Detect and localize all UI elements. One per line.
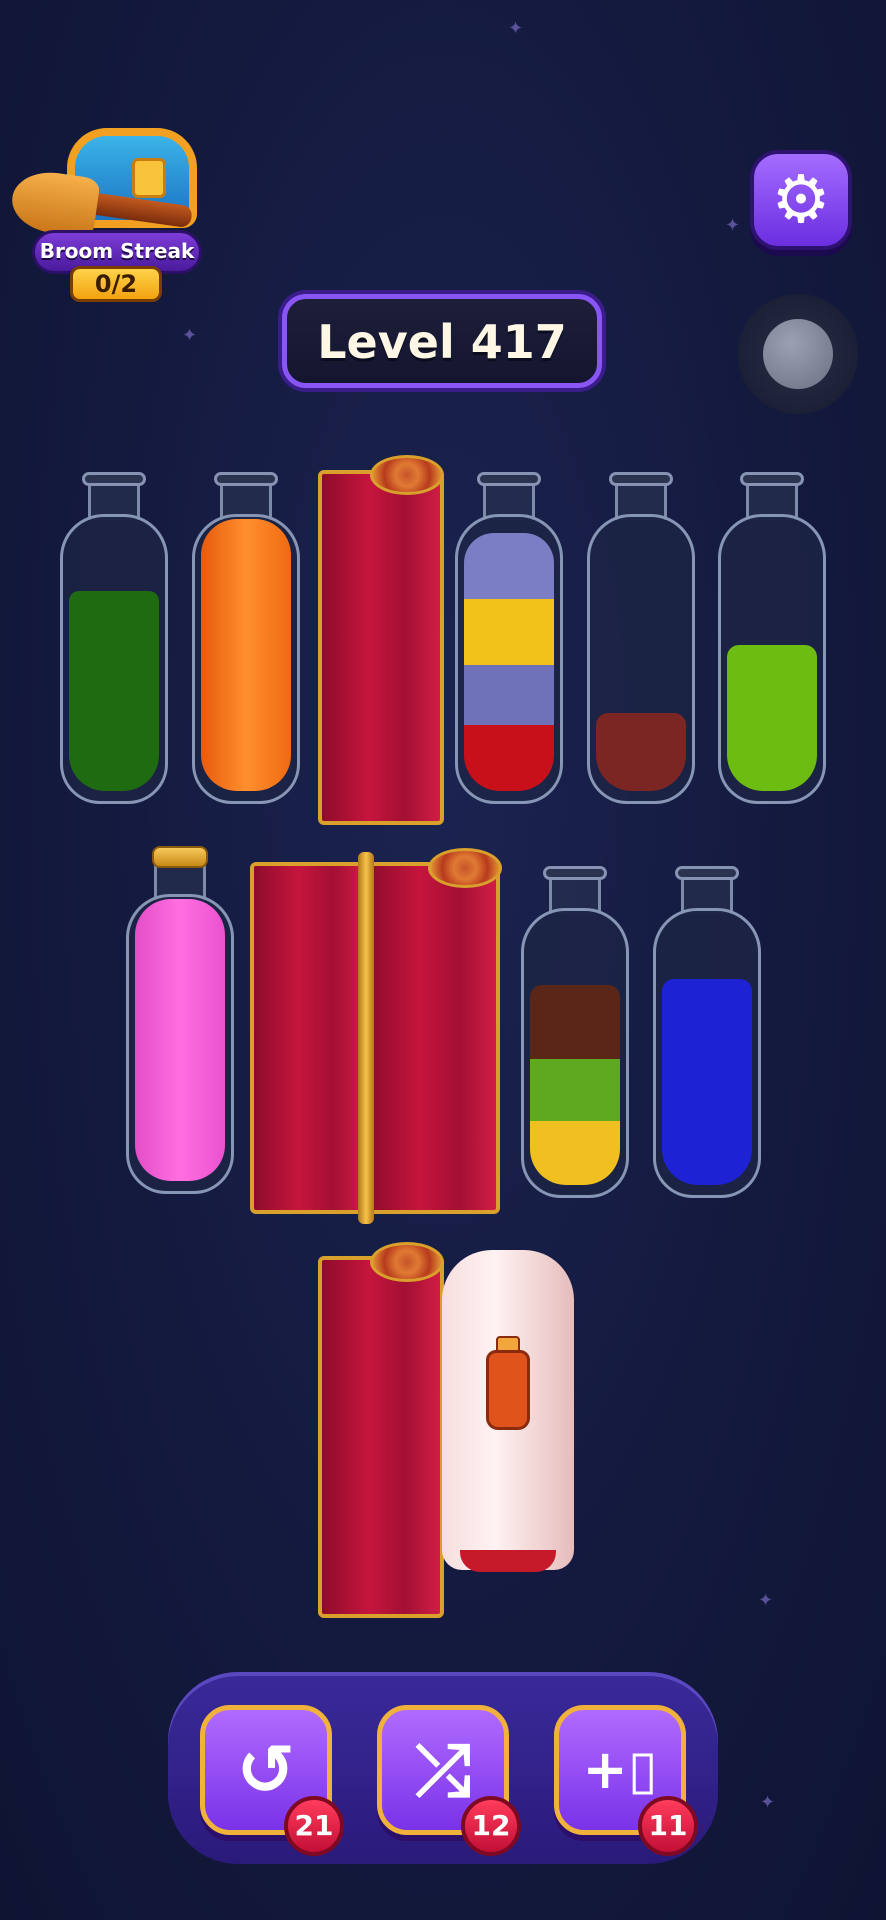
bottle-rim bbox=[609, 472, 673, 486]
liquid-layer-maroon bbox=[596, 713, 686, 791]
gear-icon: ⚙ bbox=[771, 161, 831, 238]
bottle-rim bbox=[477, 472, 541, 486]
mystery-bottle[interactable] bbox=[442, 1250, 574, 1572]
add-bottle-count-badge: 11 bbox=[638, 1796, 698, 1856]
bottle-base bbox=[460, 1550, 556, 1572]
star-icon: ✦ bbox=[760, 1792, 776, 1813]
bottle-rim bbox=[543, 866, 607, 880]
bottle[interactable] bbox=[455, 472, 563, 808]
star-icon: ✦ bbox=[725, 215, 741, 236]
undo-count-badge: 21 bbox=[284, 1796, 344, 1856]
liquid-layer-brown bbox=[530, 985, 620, 1059]
bottle[interactable] bbox=[718, 472, 826, 808]
broom-head-icon bbox=[8, 167, 101, 239]
lock-icon bbox=[132, 158, 166, 198]
level-pill: Level 417 bbox=[282, 294, 602, 388]
bottle-rim bbox=[740, 472, 804, 486]
liquid-layer-orange bbox=[201, 519, 291, 791]
bottle-glass bbox=[192, 514, 300, 804]
broom-streak-widget[interactable]: Broom Streak 0/2 bbox=[8, 118, 212, 303]
curtain-cover-right bbox=[366, 862, 500, 1214]
liquid-layer-periwinkle bbox=[464, 533, 554, 599]
bottle[interactable] bbox=[653, 866, 761, 1202]
liquid-layer-blue bbox=[662, 979, 752, 1185]
round-button[interactable] bbox=[738, 294, 858, 414]
bottle-glass bbox=[653, 908, 761, 1198]
liquid-layer-pink bbox=[135, 899, 225, 1181]
settings-button[interactable]: ⚙ bbox=[750, 150, 852, 250]
liquid-layer-yellow bbox=[464, 599, 554, 665]
curtain-cover-left bbox=[250, 862, 370, 1214]
liquid-layer-grass bbox=[530, 1059, 620, 1121]
curtain-roll bbox=[370, 455, 444, 495]
undo-icon: ↺ bbox=[236, 1729, 296, 1811]
liquid-layer-gold bbox=[530, 1121, 620, 1185]
bottle-rim bbox=[675, 866, 739, 880]
potion-bottle-icon bbox=[486, 1350, 530, 1430]
bottle-glass bbox=[126, 894, 234, 1194]
liquid-layer-lime bbox=[727, 645, 817, 791]
star-icon: ✦ bbox=[182, 325, 198, 346]
level-title: Level 417 bbox=[317, 315, 567, 369]
streak-label: Broom Streak bbox=[39, 239, 195, 263]
bottle-rim bbox=[82, 472, 146, 486]
bottle[interactable] bbox=[521, 866, 629, 1202]
bottle[interactable] bbox=[192, 472, 300, 808]
curtain-cover bbox=[318, 470, 444, 825]
bottle-rim bbox=[214, 472, 278, 486]
add-bottle-icon: +▯ bbox=[582, 1738, 658, 1801]
liquid-layer-red bbox=[464, 725, 554, 791]
bottle-glass bbox=[521, 908, 629, 1198]
liquid-layer-periwinkle bbox=[464, 665, 554, 725]
bottle-glass bbox=[455, 514, 563, 804]
star-icon: ✦ bbox=[758, 1590, 774, 1611]
bottle[interactable] bbox=[587, 472, 695, 808]
curtain-cover bbox=[318, 1256, 444, 1618]
curtain-roll bbox=[428, 848, 502, 888]
streak-count: 0/2 bbox=[70, 266, 162, 302]
curtain-roll bbox=[370, 1242, 444, 1282]
shuffle-icon: ⤮ bbox=[415, 1729, 471, 1811]
circle-icon bbox=[763, 319, 833, 389]
bottle-glass bbox=[587, 514, 695, 804]
cork-icon bbox=[152, 846, 208, 868]
bottle[interactable] bbox=[126, 846, 234, 1202]
bottle-glass bbox=[718, 514, 826, 804]
bottle[interactable] bbox=[60, 472, 168, 808]
bottle-glass bbox=[60, 514, 168, 804]
curtain-rod bbox=[358, 852, 374, 1224]
star-icon: ✦ bbox=[508, 18, 524, 39]
shuffle-count-badge: 12 bbox=[461, 1796, 521, 1856]
liquid-layer-green bbox=[69, 591, 159, 791]
